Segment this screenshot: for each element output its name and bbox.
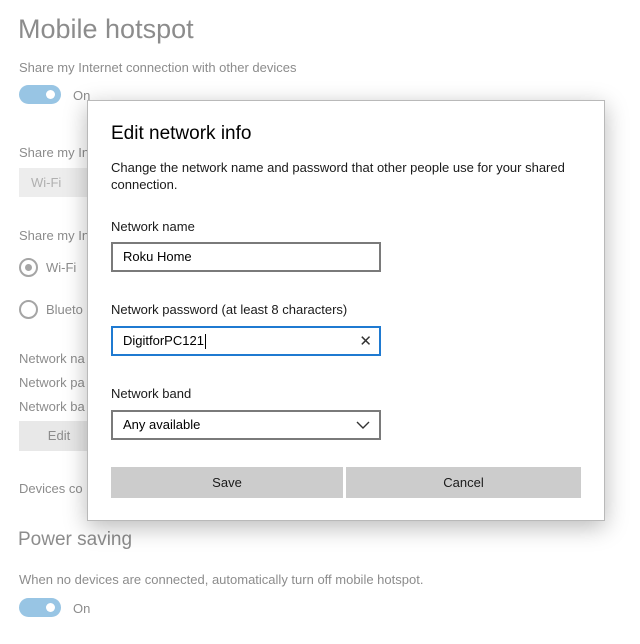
share-over-label: Share my In <box>19 228 90 243</box>
network-password-label: Network password (at least 8 characters) <box>111 302 348 317</box>
devices-connected-label: Devices co <box>19 481 83 496</box>
clear-icon[interactable]: ✕ <box>359 332 372 350</box>
network-password-value[interactable]: DigitforPC121 <box>123 333 204 348</box>
cancel-button[interactable]: Cancel <box>346 467 581 498</box>
chevron-down-icon <box>356 418 370 433</box>
share-connection-description: Share my Internet connection with other … <box>19 60 297 75</box>
network-password-field[interactable]: DigitforPC121 ✕ <box>111 326 381 356</box>
network-band-value: Any available <box>123 417 201 432</box>
edit-network-dialog: Edit network info Change the network nam… <box>87 100 605 521</box>
power-saving-toggle-label: On <box>73 601 91 616</box>
network-name-field[interactable] <box>111 242 381 272</box>
wifi-radio-label: Wi-Fi <box>46 260 77 275</box>
dialog-description: Change the network name and password tha… <box>111 160 565 192</box>
text-caret <box>204 334 206 350</box>
toggle-knob <box>46 90 55 99</box>
network-band-select[interactable]: Any available <box>111 410 381 440</box>
bluetooth-radio-label: Blueto <box>46 302 83 317</box>
network-name-info: Network na <box>19 351 85 366</box>
power-saving-title: Power saving <box>18 529 133 550</box>
bluetooth-radio[interactable] <box>19 300 38 319</box>
power-saving-description: When no devices are connected, automatic… <box>19 572 424 587</box>
page-title: Mobile hotspot <box>18 14 194 44</box>
wifi-radio[interactable] <box>19 258 38 277</box>
toggle-knob <box>46 603 55 612</box>
power-saving-toggle[interactable] <box>19 598 61 617</box>
share-from-label: Share my In <box>19 145 90 160</box>
dialog-title: Edit network info <box>111 123 252 144</box>
save-button[interactable]: Save <box>111 467 343 498</box>
network-name-label: Network name <box>111 219 195 234</box>
network-name-input[interactable] <box>123 249 343 264</box>
network-password-info: Network pa <box>19 375 85 390</box>
network-band-info: Network ba <box>19 399 85 414</box>
hotspot-toggle[interactable] <box>19 85 61 104</box>
network-band-label: Network band <box>111 386 192 401</box>
